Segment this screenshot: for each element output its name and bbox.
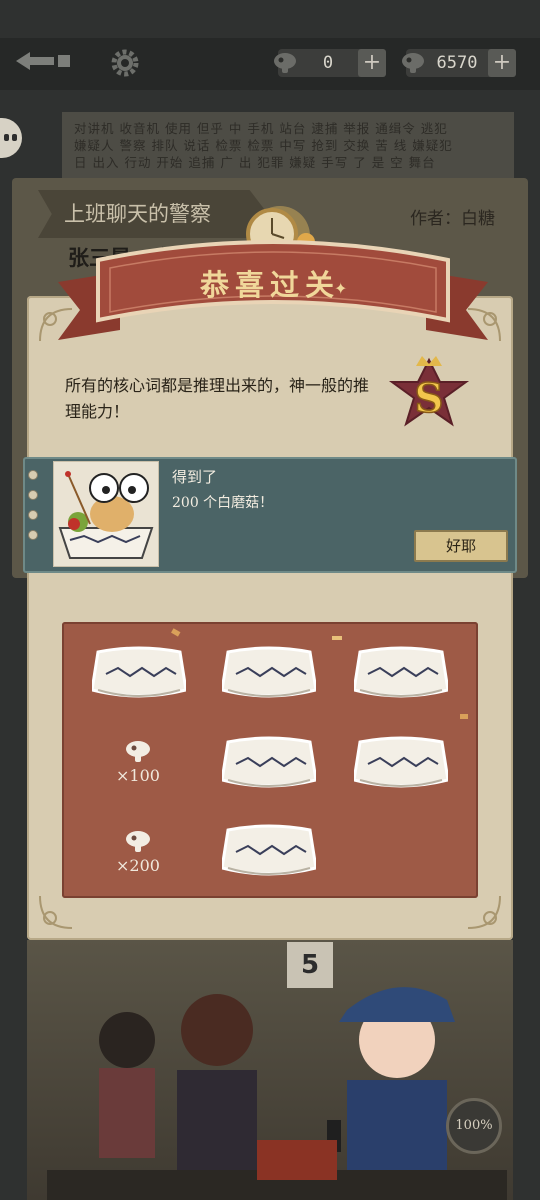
rank-letter: S <box>415 375 444 422</box>
confirm-button[interactable]: 好耶 <box>414 530 508 562</box>
mushroom-icon <box>126 741 150 762</box>
side-tab[interactable] <box>0 118 22 158</box>
back-icon[interactable] <box>14 48 72 74</box>
currency-counter-2: 6570 + <box>402 49 516 77</box>
background-text-line: 日 出入 行动 开始 追捕 广 出 犯罪 嫌疑 手写 了 是 空 舞台 <box>74 155 436 170</box>
currency-counter-1: 0 + <box>274 49 386 77</box>
mushroom-icon <box>126 831 150 852</box>
mushroom-icon <box>402 53 424 73</box>
currency-value: 0 <box>322 53 334 73</box>
reward-label: 得到了 <box>172 468 218 486</box>
add-currency-button[interactable]: + <box>358 49 386 77</box>
ceramic-bowl-icon <box>354 646 448 698</box>
add-currency-button[interactable]: + <box>488 49 516 77</box>
background-text-line: 对讲机 收音机 使用 但乎 中 手机 站台 逮捕 举报 通缉令 逃犯 <box>74 121 448 136</box>
corner-ornament <box>39 895 73 929</box>
ceramic-bowl-icon <box>92 646 186 698</box>
ceramic-bowl-icon <box>222 736 316 788</box>
bonus-multiplier: ×100 <box>116 766 160 785</box>
corner-ornament <box>467 895 501 929</box>
characters-illustration <box>47 987 507 1200</box>
settings-gear-icon[interactable] <box>108 46 142 80</box>
game-scene: 5 <box>27 940 513 1200</box>
banner-title: 恭喜过关 <box>199 268 340 302</box>
background-text-line: 嫌疑人 警察 排队 说话 检票 检票 中写 抢到 交换 苦 线 嫌疑犯 <box>74 138 453 153</box>
ceramic-bowl-icon <box>354 736 448 788</box>
currency-value: 6570 <box>436 53 478 73</box>
ceramic-bowl-icon <box>222 646 316 698</box>
bonus-multiplier: ×200 <box>116 856 160 875</box>
progress-percentage: 100% <box>446 1098 502 1154</box>
top-bar: 0 + 6570 + <box>0 38 540 90</box>
result-message: 所有的核心词都是推理出来的，神一般的推理能力！ <box>65 376 370 421</box>
mushroom-icon <box>274 53 296 73</box>
ceramic-bowl-icon <box>222 824 316 876</box>
rank-s-badge: S <box>388 356 470 427</box>
mushroom-character-in-bowl <box>53 461 159 567</box>
story-author: 作者：白糖 <box>410 209 495 229</box>
reward-detail: 200 个白磨菇！ <box>172 495 274 511</box>
